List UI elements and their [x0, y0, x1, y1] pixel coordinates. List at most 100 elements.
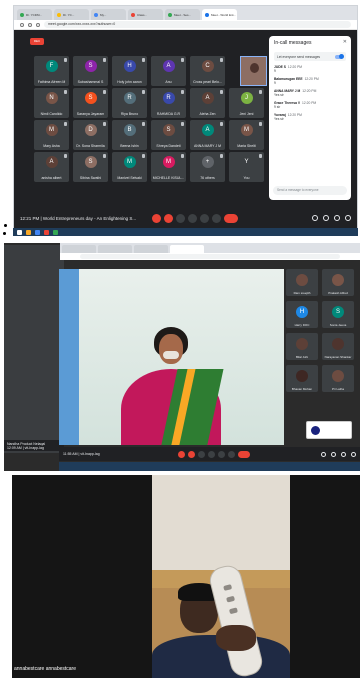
- participant-tile[interactable]: Pri Latha: [322, 365, 354, 392]
- participant-tile[interactable]: +76 others: [190, 152, 225, 182]
- participant-tile[interactable]: A Anu: [151, 56, 186, 86]
- participant-name: Manivel Selvaki: [117, 176, 142, 180]
- participant-tile[interactable]: S Sonia Jeeva: [322, 301, 354, 328]
- participant-tile[interactable]: R RAHMIDA G.R: [151, 88, 186, 118]
- avatar: A: [162, 60, 175, 72]
- browser-tab[interactable]: [98, 245, 132, 253]
- participant-tile[interactable]: M Manivel Selvaki: [112, 152, 147, 182]
- chat-permission-toggle[interactable]: Let everyone send messages: [274, 52, 346, 61]
- chat-message: Yuvaraj 12:20 PM Yes sir: [269, 111, 351, 123]
- file-explorer-icon[interactable]: [26, 229, 31, 235]
- participant-tile[interactable]: S Sibina Swathi: [73, 152, 108, 182]
- participant-tile[interactable]: Bilal Juhi: [286, 333, 318, 360]
- tab-label: My...: [100, 12, 107, 17]
- participant-tile[interactable]: Bhavan Mohan: [286, 365, 318, 392]
- self-video-tile[interactable]: [240, 56, 267, 86]
- people-icon[interactable]: [323, 215, 329, 221]
- avatar: D: [84, 124, 97, 136]
- url-field[interactable]: [80, 254, 340, 259]
- participant-tile[interactable]: J Jeni Jeni: [229, 88, 264, 118]
- back-icon[interactable]: [20, 22, 24, 27]
- close-icon[interactable]: ✕: [343, 39, 347, 45]
- participant-name: Beena Ishin: [120, 144, 139, 148]
- participant-tile[interactable]: M Mary Asha: [34, 120, 69, 150]
- browser-tab[interactable]: Meet - World Ent...: [202, 9, 237, 20]
- participant-tile[interactable]: Prakash Alfred: [322, 269, 354, 296]
- participant-grid: F Fathima Afreen M S Subashammal S H Holy joh…: [34, 56, 266, 182]
- toggle-switch-icon[interactable]: [335, 53, 344, 59]
- participant-tile[interactable]: S Shreya Dandeti: [151, 120, 186, 150]
- participant-tile[interactable]: Aanisha albert: [34, 152, 69, 182]
- people-icon[interactable]: [331, 451, 336, 457]
- camera-off-icon[interactable]: [164, 213, 173, 223]
- more-options-icon[interactable]: [212, 213, 221, 223]
- mic-muted-icon: [103, 90, 106, 94]
- participant-tile[interactable]: H Harry DOC: [286, 301, 318, 328]
- app-icon[interactable]: [44, 229, 49, 235]
- browser-tab[interactable]: [134, 245, 168, 253]
- tab-label: Dr. YC...: [63, 12, 75, 17]
- browser-tab[interactable]: Dr. YC...: [54, 9, 89, 20]
- chat-input[interactable]: Send a message to everyone: [273, 186, 347, 195]
- tab-favicon-icon: [131, 12, 135, 17]
- mic-off-icon[interactable]: [152, 213, 161, 223]
- participant-name: RAHMIDA G.R: [156, 112, 181, 116]
- browser-tab[interactable]: Class...: [128, 9, 163, 20]
- present-icon[interactable]: [218, 450, 225, 458]
- hand-raise-icon[interactable]: [188, 213, 197, 223]
- browser-tab-active[interactable]: [170, 245, 204, 253]
- activities-icon[interactable]: [345, 215, 351, 221]
- mic-muted-icon: [181, 58, 184, 62]
- floating-popup[interactable]: [306, 421, 352, 439]
- participant-tile[interactable]: Y You: [229, 152, 264, 182]
- participant-tile[interactable]: N Nimil Candido: [34, 88, 69, 118]
- speaker-face: [159, 334, 183, 364]
- participant-tile[interactable]: H Holy john aaron: [112, 56, 147, 86]
- participant-name: Nimil Candido: [40, 112, 63, 116]
- browser-tab[interactable]: My...: [91, 9, 126, 20]
- participant-tile[interactable]: S Saranya Jayaram: [73, 88, 108, 118]
- participant-tile[interactable]: A ANNA MARY J M: [190, 120, 225, 150]
- captions-icon[interactable]: [176, 213, 185, 223]
- avatar: Y: [240, 156, 253, 168]
- participant-name: You: [243, 176, 250, 180]
- background-window: Nandha Product Nelaqal 12:09 AM | vit-In…: [4, 245, 64, 453]
- browser-tab[interactable]: [62, 245, 96, 253]
- participant-tile[interactable]: M Maria Shelti: [229, 120, 264, 150]
- leave-call-icon[interactable]: [238, 450, 250, 458]
- participant-tile[interactable]: C Cross pearl Belo...: [190, 56, 225, 86]
- more-options-icon[interactable]: [228, 450, 235, 458]
- participant-tile[interactable]: B Beena Ishin: [112, 120, 147, 150]
- app-icon[interactable]: [53, 229, 58, 235]
- leave-call-icon[interactable]: [224, 213, 238, 223]
- mic-off-icon[interactable]: [178, 450, 185, 458]
- participant-tile[interactable]: F Fathima Afreen M: [34, 56, 69, 86]
- info-icon[interactable]: [321, 451, 326, 457]
- participant-tile[interactable]: D Dr. Sona Sharmila: [73, 120, 108, 150]
- info-icon[interactable]: [312, 215, 318, 221]
- participant-tile[interactable]: A Aleha Zen: [190, 88, 225, 118]
- participant-tile[interactable]: R Riya Bruno: [112, 88, 147, 118]
- participant-tile[interactable]: S Subashammal S: [73, 56, 108, 86]
- mic-muted-icon: [220, 58, 223, 62]
- present-icon[interactable]: [200, 213, 209, 223]
- browser-tab[interactable]: Dr. YCDM...: [17, 9, 52, 20]
- captions-icon[interactable]: [198, 450, 205, 458]
- forward-icon[interactable]: [28, 22, 32, 27]
- hand-raise-icon[interactable]: [208, 450, 215, 458]
- browser-tab[interactable]: Meet - Ses...: [165, 9, 200, 20]
- avatar: S: [162, 124, 175, 136]
- chrome-icon[interactable]: [35, 229, 40, 235]
- start-icon[interactable]: [17, 229, 22, 235]
- activities-icon[interactable]: [351, 451, 356, 457]
- background-window-bar: Nandha Product Nelaqal 12:09 AM | vit-In…: [4, 440, 64, 451]
- participant-tile[interactable]: Narayanan Shankar: [322, 333, 354, 360]
- participant-tile[interactable]: Ram sreejith: [286, 269, 318, 296]
- participant-name: Shreya Dandeti: [156, 144, 181, 148]
- chat-icon[interactable]: [341, 451, 346, 457]
- reload-icon[interactable]: [36, 22, 40, 27]
- chat-icon[interactable]: [334, 215, 340, 221]
- camera-off-icon[interactable]: [188, 450, 195, 458]
- participant-tile[interactable]: M MICHELLE KISUL...: [151, 152, 186, 182]
- url-field[interactable]: meet.google.com/xxx-xxxx-xxx?authuser=0: [44, 21, 351, 28]
